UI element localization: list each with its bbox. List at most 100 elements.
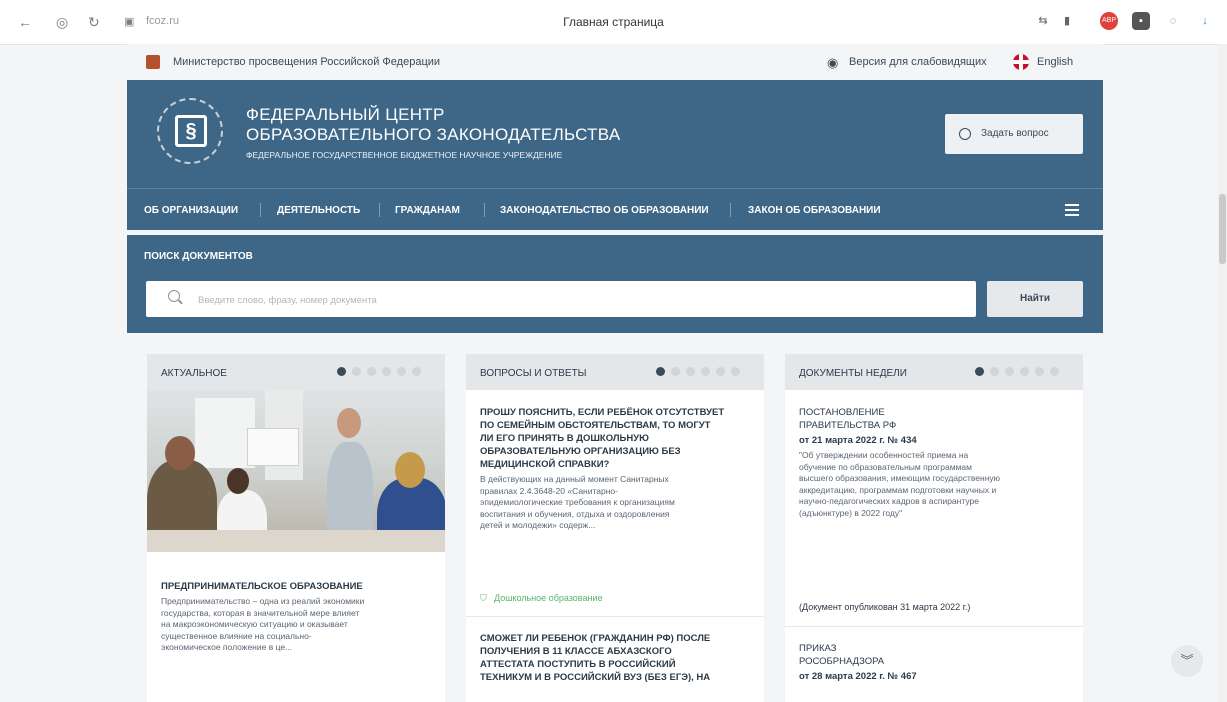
docs-title: ДОКУМЕНТЫ НЕДЕЛИ [799, 368, 907, 379]
lock-icon: ▣ [124, 16, 135, 28]
qa-question-2[interactable]: СМОЖЕТ ЛИ РЕБЕНОК (ГРАЖДАНИН РФ) ПОСЛЕ П… [480, 632, 710, 684]
reload-icon[interactable]: ↻ [88, 14, 100, 30]
divider [466, 616, 764, 617]
scrollbar-thumb[interactable] [1219, 194, 1226, 264]
carousel-dot[interactable] [731, 367, 740, 376]
carousel-dot[interactable] [1005, 367, 1014, 376]
divider [785, 626, 1083, 627]
carousel-dot[interactable] [701, 367, 710, 376]
nav-item-activity[interactable]: ДЕЯТЕЛЬНОСТЬ [277, 205, 360, 216]
carousel-dot[interactable] [975, 367, 984, 376]
text-line: ТЕХНИКУМ И В РОССИЙСКИЙ ВУЗ (БЕЗ ЕГЭ), Н… [480, 672, 711, 683]
english-link[interactable]: English [1037, 56, 1073, 68]
carousel-dot[interactable] [716, 367, 725, 376]
text-line: ОБРАЗОВАТЕЛЬНУЮ ОРГАНИЗАЦИЮ БЕЗ [480, 446, 681, 457]
org-subtitle: ФЕДЕРАЛЬНОЕ ГОСУДАРСТВЕННОЕ БЮДЖЕТНОЕ НА… [246, 150, 563, 160]
translate-icon[interactable]: ⇆ [1034, 12, 1052, 30]
find-button[interactable]: Найти [987, 281, 1083, 317]
text-line: Предпринимательство – одна из реалий эко… [161, 596, 365, 606]
scroll-down-icon[interactable]: ︾ [1171, 645, 1203, 677]
carousel-dot[interactable] [367, 367, 376, 376]
menu-icon[interactable] [1065, 204, 1079, 206]
text-line: ПОСТАНОВЛЕНИЕ [799, 407, 885, 418]
actual-header: АКТУАЛЬНОЕ [147, 354, 445, 390]
search-input[interactable] [196, 281, 960, 319]
carousel-dot[interactable] [686, 367, 695, 376]
nav-separator [730, 203, 731, 217]
page: Министерство просвещения Российской Феде… [127, 44, 1103, 702]
ministry-emblem-icon [146, 55, 160, 69]
qa-title: ВОПРОСЫ И ОТВЕТЫ [480, 368, 587, 379]
extension-icon[interactable]: ▪ [1132, 12, 1150, 30]
nav-separator [484, 203, 485, 217]
qa-answer-1: В действующих на данный момент Санитарны… [480, 474, 675, 532]
text-line: ЛИ ЕГО ПРИНЯТЬ В ДОШКОЛЬНУЮ [480, 433, 649, 444]
nav-item-legislation[interactable]: ЗАКОНОДАТЕЛЬСТВО ОБ ОБРАЗОВАНИИ [500, 205, 709, 216]
org-title-line1: ФЕДЕРАЛЬНЫЙ ЦЕНТР [246, 105, 445, 124]
carousel-dot[interactable] [671, 367, 680, 376]
carousel-dot[interactable] [337, 367, 346, 376]
text-line: ПОЛУЧЕНИЯ В 11 КЛАССЕ АБХАЗСКОГО [480, 646, 672, 657]
photo-head [337, 408, 361, 438]
business-meeting-photo[interactable] [147, 390, 445, 552]
ministry-link[interactable]: Министерство просвещения Российской Феде… [173, 56, 440, 68]
carousel-dot[interactable] [1050, 367, 1059, 376]
doc-1-type[interactable]: ПОСТАНОВЛЕНИЕ ПРАВИТЕЛЬСТВА РФ [799, 406, 896, 432]
carousel-dot[interactable] [412, 367, 421, 376]
text-line: ПРАВИТЕЛЬСТВА РФ [799, 420, 897, 431]
nav-separator [379, 203, 380, 217]
actual-title: АКТУАЛЬНОЕ [161, 368, 227, 379]
text-line: ПО СЕМЕЙНЫМ ОБСТОЯТЕЛЬСТВАМ, ТО МОГУТ [480, 420, 711, 431]
nav-item-citizens[interactable]: ГРАЖДАНАМ [395, 205, 460, 216]
text-line: АТТЕСТАТА ПОСТУПИТЬ В РОССИЙСКИЙ [480, 659, 676, 670]
carousel-dot[interactable] [397, 367, 406, 376]
page-scrollbar[interactable] [1218, 44, 1227, 702]
qa-tag-preschool[interactable]: Дошкольное образование [494, 593, 602, 603]
doc-2-date: от 28 марта 2022 г. № 467 [799, 671, 917, 682]
adblock-icon[interactable]: ABP [1100, 12, 1118, 30]
carousel-dot[interactable] [1035, 367, 1044, 376]
shield-icon[interactable]: ◎ [56, 14, 68, 30]
tag-icon: ⛉ [480, 593, 487, 603]
text-line: экономическое положение в це... [161, 642, 293, 652]
text-line: СМОЖЕТ ЛИ РЕБЕНОК (ГРАЖДАНИН РФ) ПОСЛЕ [480, 633, 711, 644]
doc-2-type[interactable]: ПРИКАЗ РОСОБРНАДЗОРА [799, 642, 884, 668]
carousel-dot[interactable] [1020, 367, 1029, 376]
download-icon[interactable]: ↓ [1196, 12, 1214, 30]
text-line: воспитания и обучения, отдыха и оздоровл… [480, 508, 670, 519]
chat-icon[interactable]: ◌ [1164, 12, 1182, 30]
search-box [146, 281, 976, 319]
nav-separator [260, 203, 261, 217]
carousel-dot[interactable] [352, 367, 361, 376]
search-icon [168, 290, 180, 302]
text-line: научно-педагогических кадров в аспиранту… [799, 496, 979, 506]
nav-item-about[interactable]: ОБ ОРГАНИЗАЦИИ [144, 205, 238, 216]
org-title-line2: ОБРАЗОВАТЕЛЬНОГО ЗАКОНОДАТЕЛЬСТВА [246, 125, 621, 144]
bookmark-icon[interactable]: ▮ [1058, 12, 1076, 30]
text-line: детей и молодежи» содерж... [480, 520, 596, 530]
back-icon[interactable]: ← [18, 14, 32, 30]
text-line: существенное влияние на социально- [161, 630, 312, 641]
top-line: Министерство просвещения Российской Феде… [127, 44, 1103, 80]
low-vision-link[interactable]: Версия для слабовидящих [849, 56, 987, 68]
eye-icon[interactable]: ◉ [827, 55, 838, 71]
text-line: "Об утверждении особенностей приема на [799, 450, 969, 460]
doc-1-date: от 21 марта 2022 г. № 434 [799, 435, 917, 446]
actual-card-title[interactable]: ПРЕДПРИНИМАТЕЛЬСКОЕ ОБРАЗОВАНИЕ [161, 580, 363, 593]
nav-item-law[interactable]: ЗАКОН ОБ ОБРАЗОВАНИИ [748, 205, 881, 216]
carousel-dot[interactable] [656, 367, 665, 376]
photo-head [395, 452, 425, 488]
docs-column: ДОКУМЕНТЫ НЕДЕЛИ ПОСТАНОВЛЕНИЕ ПРАВИТЕЛЬ… [785, 354, 1083, 702]
ask-question-button[interactable]: Задать вопрос [945, 114, 1083, 154]
actual-column: АКТУАЛЬНОЕ ПРЕДПРИНИМАТЕЛЬСКОЕ ОБРАЗОВАН… [147, 354, 445, 702]
uk-flag-icon[interactable] [1013, 54, 1029, 70]
text-line: государства, которая в значительной мере… [161, 607, 360, 618]
photo-window [195, 398, 255, 468]
carousel-dot[interactable] [382, 367, 391, 376]
carousel-dot[interactable] [990, 367, 999, 376]
site-logo[interactable]: § [157, 98, 223, 164]
ask-question-label: Задать вопрос [981, 128, 1049, 139]
address-bar[interactable]: fcoz.ru [146, 15, 179, 27]
speech-bubble-icon [959, 128, 971, 140]
qa-question-1[interactable]: ПРОШУ ПОЯСНИТЬ, ЕСЛИ РЕБЁНОК ОТСУТСТВУЕТ… [480, 406, 724, 471]
